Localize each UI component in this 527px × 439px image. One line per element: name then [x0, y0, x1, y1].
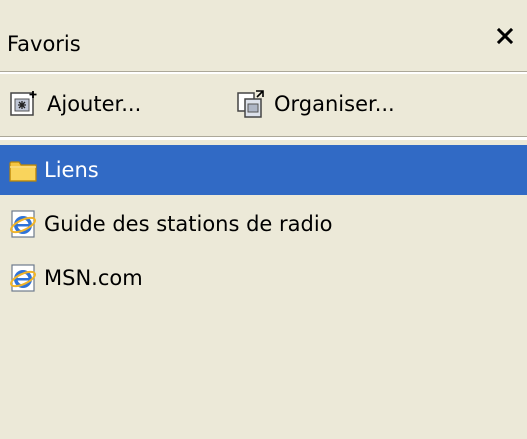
panel-title: Favoris	[7, 32, 81, 56]
add-favorite-label: Ajouter...	[47, 92, 142, 116]
ie-page-icon	[10, 264, 36, 292]
add-favorite-icon	[10, 91, 37, 116]
ie-page-icon	[10, 210, 36, 238]
list-item-label: MSN.com	[44, 266, 143, 290]
panel-header: Favoris	[0, 0, 527, 64]
favorites-panel: Favoris Ajouter... Organiser... Liens Gu…	[0, 0, 527, 439]
folder-icon	[9, 161, 37, 182]
organize-favorites-label: Organiser...	[274, 92, 395, 116]
favorites-toolbar: Ajouter... Organiser...	[0, 74, 527, 136]
close-icon	[496, 27, 514, 45]
list-item-radio-guide[interactable]: Guide des stations de radio	[0, 199, 527, 249]
toolbar-divider	[0, 136, 527, 140]
list-item-links-folder[interactable]: Liens	[0, 145, 527, 195]
list-item-msn[interactable]: MSN.com	[0, 253, 527, 303]
list-item-label: Liens	[44, 158, 99, 182]
organize-favorites-button[interactable]: Organiser...	[236, 86, 395, 122]
organize-favorites-icon	[237, 90, 264, 118]
close-button[interactable]	[491, 22, 519, 50]
add-favorite-button[interactable]: Ajouter...	[9, 86, 141, 122]
list-item-label: Guide des stations de radio	[44, 212, 333, 236]
favorites-list: Liens Guide des stations de radio MSN.co…	[0, 145, 527, 303]
